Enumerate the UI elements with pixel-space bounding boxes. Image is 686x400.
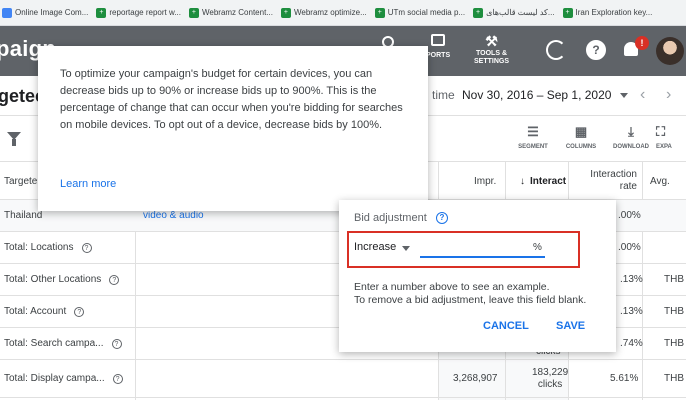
header-impressions[interactable]: Impr. bbox=[474, 162, 496, 200]
help-text-line-2: To remove a bid adjustment, leave this f… bbox=[354, 294, 587, 306]
total-label: Total: Display campa...? bbox=[4, 360, 123, 397]
table-row: Total: Display campa...? 3,268,907 183,2… bbox=[0, 360, 686, 398]
save-button[interactable]: SAVE bbox=[556, 320, 585, 332]
chevron-right-icon[interactable]: › bbox=[666, 86, 671, 104]
total-label: Total: Account? bbox=[4, 296, 85, 327]
sheets-icon: + bbox=[188, 7, 199, 18]
help-icon[interactable]: ? bbox=[436, 212, 448, 224]
help-text-line-1: Enter a number above to see an example. bbox=[354, 281, 550, 293]
avg-value: THB bbox=[664, 338, 684, 349]
segment-button[interactable]: ☰ SEGMENT bbox=[510, 124, 556, 150]
bid-adjustment-dialog: Bid adjustment ? Increase % Enter a numb… bbox=[339, 200, 616, 352]
avg-value: THB bbox=[664, 274, 684, 285]
help-icon[interactable]: ? bbox=[109, 274, 120, 285]
bookmark-item[interactable]: Online Image Com... bbox=[0, 7, 92, 18]
avg-value: THB bbox=[664, 373, 684, 384]
info-tooltip: To optimize your campaign's budget for c… bbox=[38, 46, 428, 211]
help-icon[interactable]: ? bbox=[81, 242, 92, 253]
help-icon[interactable]: ? bbox=[74, 306, 85, 317]
refresh-icon[interactable] bbox=[546, 40, 566, 60]
columns-button[interactable]: ▦ COLUMNS bbox=[558, 124, 604, 150]
header-targeted[interactable]: Targete bbox=[4, 162, 37, 200]
filter-icon[interactable] bbox=[7, 132, 21, 146]
interaction-rate: .00% bbox=[618, 242, 641, 253]
date-range-picker[interactable]: Nov 30, 2016 – Sep 1, 2020 bbox=[462, 88, 611, 102]
bid-adjustment-input[interactable] bbox=[420, 238, 545, 258]
interaction-rate: .13% bbox=[620, 306, 643, 317]
sheets-icon: + bbox=[96, 7, 107, 18]
impressions-value: 3,268,907 bbox=[453, 373, 498, 384]
image-icon bbox=[2, 7, 12, 18]
tooltip-text: To optimize your campaign's budget for c… bbox=[60, 68, 403, 131]
avatar[interactable] bbox=[656, 37, 684, 65]
bid-adjustment-label: Bid adjustment bbox=[354, 212, 427, 224]
avg-value: THB bbox=[664, 306, 684, 317]
segment-icon: ☰ bbox=[527, 124, 539, 139]
location-name: Thailand bbox=[4, 210, 43, 221]
total-label: Total: Search campa...? bbox=[4, 328, 122, 359]
download-button[interactable]: ⤓ DOWNLOAD bbox=[608, 124, 654, 150]
expand-icon: ⛶ bbox=[656, 124, 666, 139]
bookmark-item[interactable]: + Iran Exploration key... bbox=[559, 7, 657, 18]
bar-chart-icon bbox=[431, 34, 446, 46]
header-interactions[interactable]: ↓ Interact bbox=[520, 162, 566, 200]
bookmark-item[interactable]: + UTm social media p... bbox=[371, 7, 469, 18]
interaction-rate: .74% bbox=[620, 338, 643, 349]
total-label: Total: Locations? bbox=[4, 232, 92, 263]
expand-button[interactable]: ⛶ EXPA bbox=[656, 124, 686, 150]
sort-down-arrow-icon: ↓ bbox=[520, 175, 525, 187]
sheets-icon: + bbox=[280, 7, 291, 18]
header-interaction-rate[interactable]: Interaction rate bbox=[587, 162, 637, 200]
bookmark-item[interactable]: + reportage report w... bbox=[92, 7, 185, 18]
percent-unit: % bbox=[533, 242, 542, 253]
bookmark-item[interactable]: + کد لیست قالب‌های... bbox=[469, 7, 558, 18]
reports-button[interactable]: PORTS bbox=[426, 34, 450, 60]
chevron-down-icon[interactable] bbox=[402, 246, 410, 251]
sheets-icon: + bbox=[562, 7, 573, 18]
sheets-icon: + bbox=[374, 7, 385, 18]
tools-settings-button[interactable]: ⚒ TOOLS & SETTINGS bbox=[474, 34, 509, 66]
help-icon[interactable]: ? bbox=[111, 338, 122, 349]
interaction-rate: .13% bbox=[620, 274, 643, 285]
bookmark-item[interactable]: + Webramz optimize... bbox=[277, 7, 371, 18]
chevron-down-icon[interactable] bbox=[620, 93, 628, 98]
bookmark-item[interactable]: + Webramz Content... bbox=[185, 7, 277, 18]
total-label: Total: Other Locations? bbox=[4, 264, 120, 295]
sheets-icon: + bbox=[473, 7, 484, 18]
interaction-rate: .00% bbox=[618, 210, 641, 221]
wrench-icon: ⚒ bbox=[485, 33, 498, 49]
time-label: time bbox=[432, 88, 455, 102]
help-icon[interactable]: ? bbox=[586, 40, 606, 60]
chevron-left-icon[interactable]: ‹ bbox=[640, 86, 645, 104]
learn-more-link[interactable]: Learn more bbox=[60, 178, 116, 190]
notification-badge: ! bbox=[635, 36, 649, 50]
interactions-value: 183,229 clicks bbox=[532, 366, 569, 390]
direction-select[interactable]: Increase bbox=[354, 241, 396, 253]
header-avg[interactable]: Avg. bbox=[650, 162, 670, 200]
interaction-rate: 5.61% bbox=[610, 373, 639, 384]
columns-icon: ▦ bbox=[574, 124, 588, 139]
download-icon: ⤓ bbox=[628, 124, 634, 139]
bookmarks-bar: Online Image Com... + reportage report w.… bbox=[0, 0, 686, 26]
cancel-button[interactable]: CANCEL bbox=[483, 320, 529, 332]
help-icon[interactable]: ? bbox=[112, 373, 123, 384]
